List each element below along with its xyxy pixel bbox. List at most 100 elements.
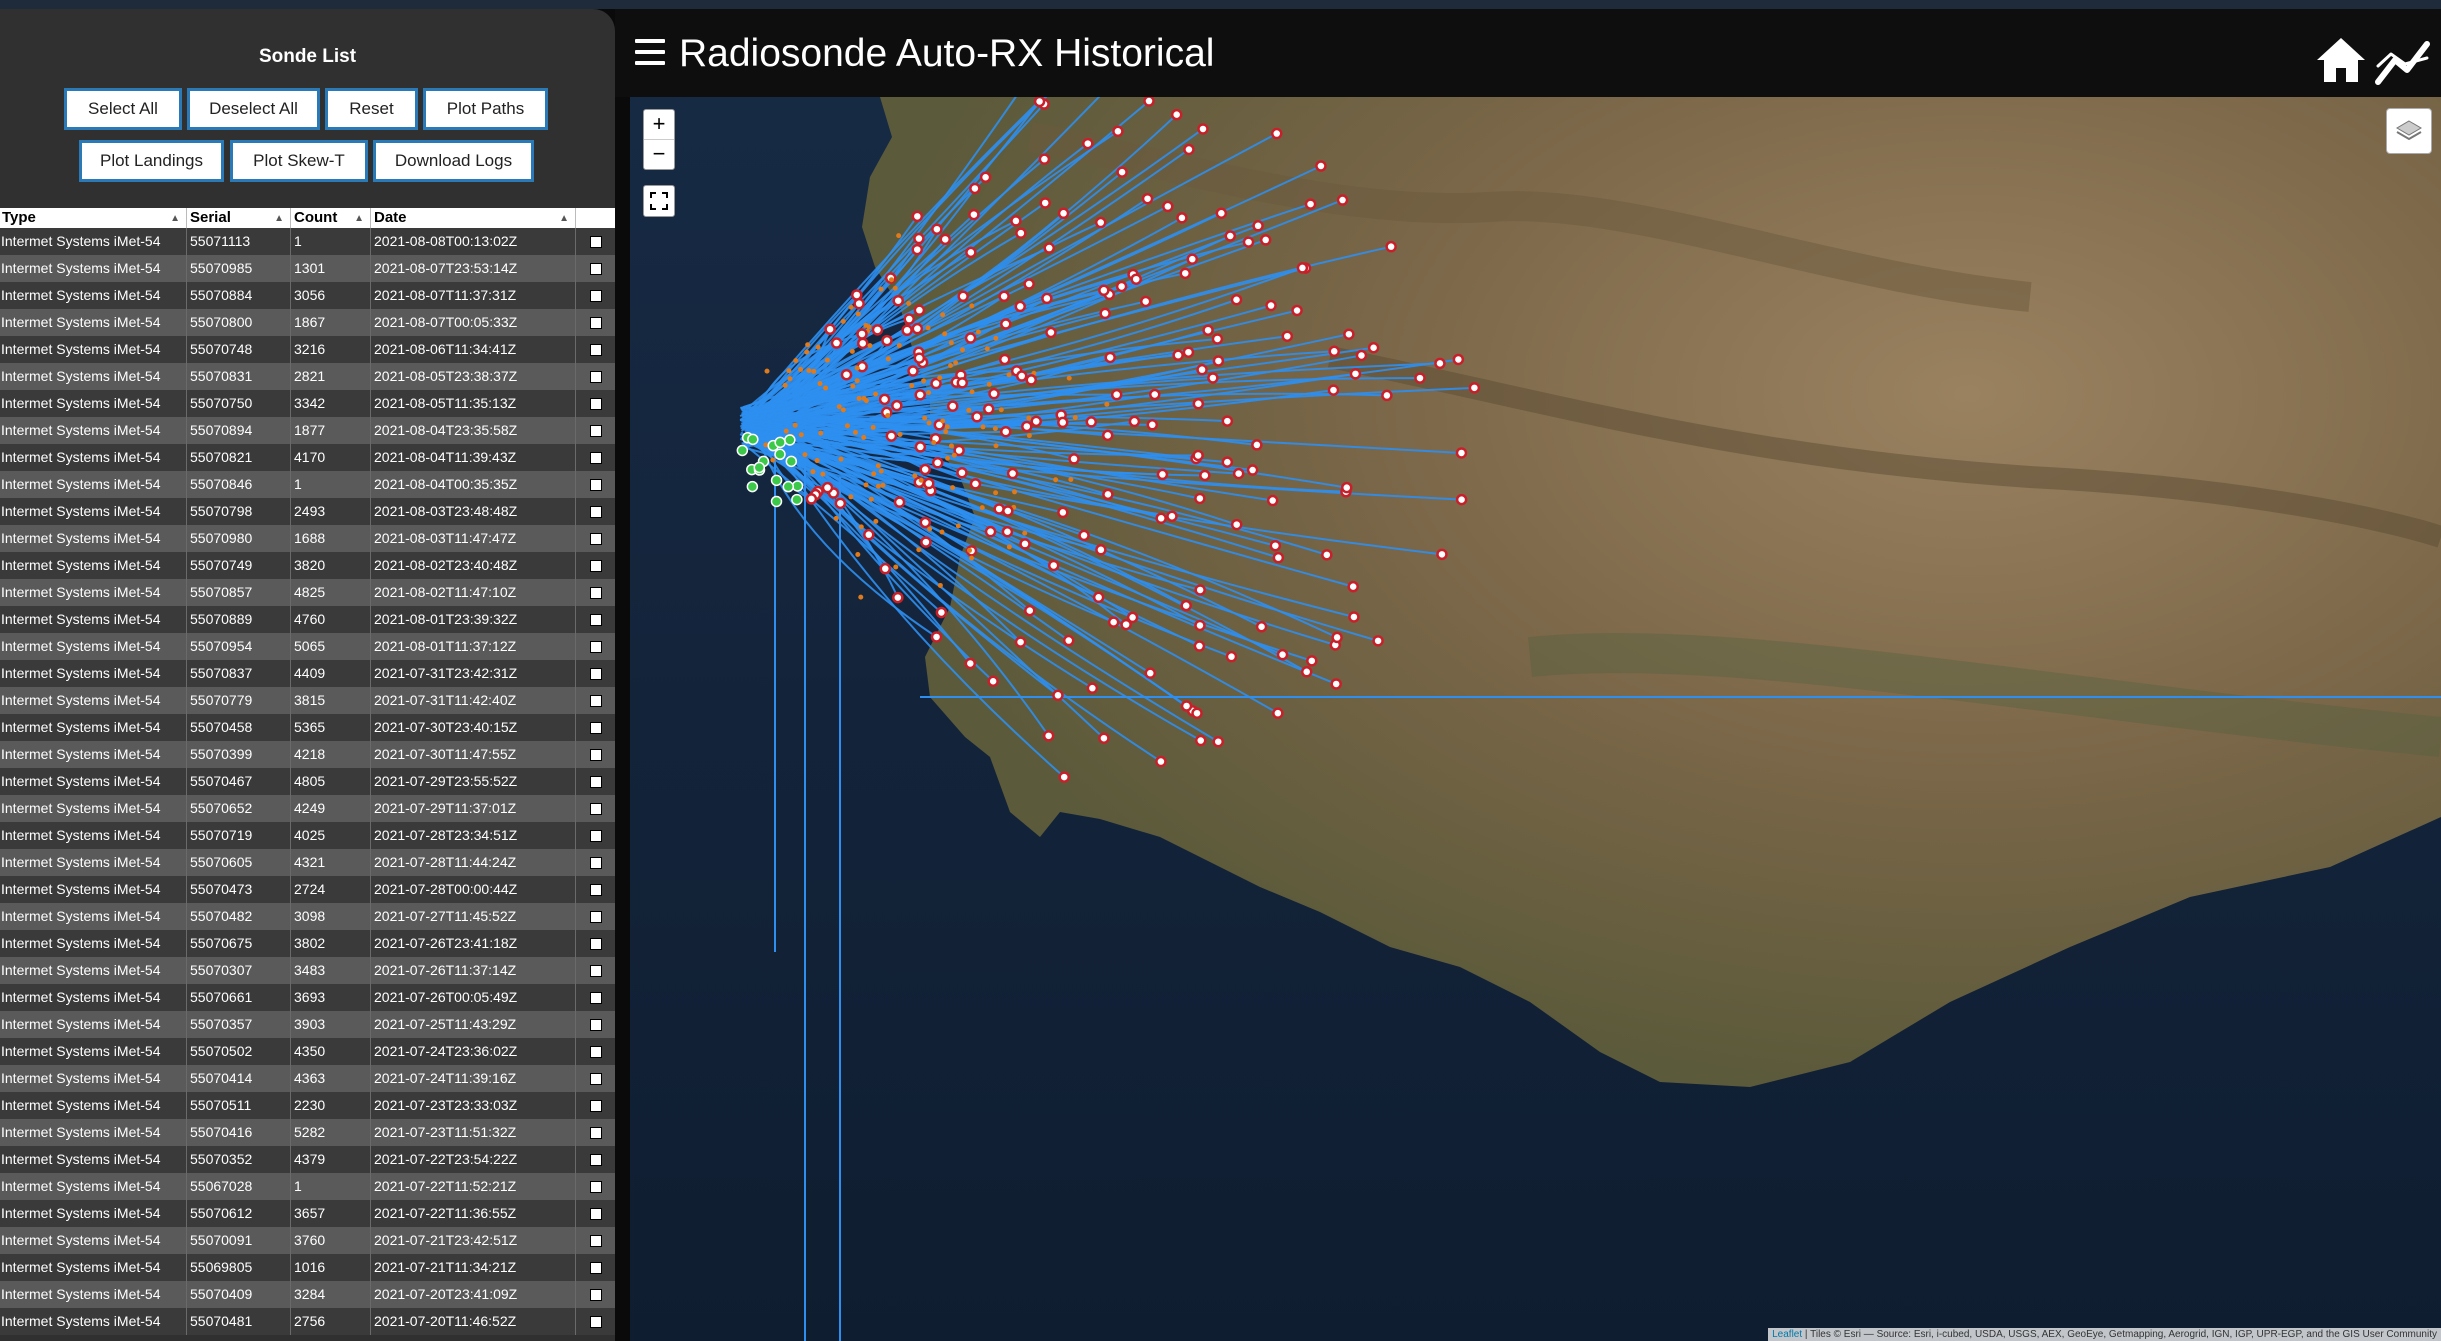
table-row[interactable]: Intermet Systems iMet-54 55070481 2756 2021… [0,1308,615,1335]
leaflet-link[interactable]: Leaflet [1772,1329,1802,1340]
row-checkbox[interactable] [590,1261,602,1274]
select-all-button[interactable]: Select All [64,88,182,130]
table-row[interactable]: Intermet Systems iMet-54 55070652 4249 2021… [0,795,615,822]
row-checkbox[interactable] [590,802,602,815]
table-row[interactable]: Intermet Systems iMet-54 55070473 2724 2021… [0,876,615,903]
column-header-type[interactable]: Type ▲ [0,208,187,228]
table-row[interactable]: Intermet Systems iMet-54 55070884 3056 2021… [0,282,615,309]
row-checkbox[interactable] [590,1018,602,1031]
deselect-all-button[interactable]: Deselect All [187,88,320,130]
table-row[interactable]: Intermet Systems iMet-54 55070954 5065 2021… [0,633,615,660]
row-checkbox[interactable] [590,910,602,923]
row-checkbox[interactable] [590,1126,602,1139]
row-checkbox[interactable] [590,883,602,896]
row-checkbox[interactable] [590,262,602,275]
row-checkbox[interactable] [590,937,602,950]
table-row[interactable]: Intermet Systems iMet-54 55070846 1 2021-08… [0,471,615,498]
row-checkbox[interactable] [590,1180,602,1193]
row-checkbox[interactable] [590,748,602,761]
row-checkbox[interactable] [590,235,602,248]
row-checkbox[interactable] [590,505,602,518]
home-icon[interactable] [2315,36,2367,84]
download-logs-button[interactable]: Download Logs [373,140,534,182]
row-checkbox[interactable] [590,586,602,599]
row-checkbox[interactable] [590,1153,602,1166]
table-row[interactable]: Intermet Systems iMet-54 55070414 4363 2021… [0,1065,615,1092]
row-checkbox[interactable] [590,829,602,842]
table-row[interactable]: Intermet Systems iMet-54 55070605 4321 2021… [0,849,615,876]
row-checkbox[interactable] [590,856,602,869]
table-row[interactable]: Intermet Systems iMet-54 55070857 4825 2021… [0,579,615,606]
row-checkbox[interactable] [590,397,602,410]
table-row[interactable]: Intermet Systems iMet-54 55070307 3483 2021… [0,957,615,984]
row-checkbox[interactable] [590,1072,602,1085]
plot-skew-t-button[interactable]: Plot Skew-T [230,140,368,182]
reset-button[interactable]: Reset [325,88,418,130]
table-row[interactable]: Intermet Systems iMet-54 55070800 1867 2021… [0,309,615,336]
table-row[interactable]: Intermet Systems iMet-54 55070980 1688 2021… [0,525,615,552]
fullscreen-button[interactable] [643,185,675,217]
table-row[interactable]: Intermet Systems iMet-54 55070612 3657 2021… [0,1200,615,1227]
row-checkbox[interactable] [590,613,602,626]
table-row[interactable]: Intermet Systems iMet-54 55070719 4025 2021… [0,822,615,849]
table-row[interactable]: Intermet Systems iMet-54 55070675 3802 2021… [0,930,615,957]
table-row[interactable]: Intermet Systems iMet-54 55070091 3760 2021… [0,1227,615,1254]
plot-paths-button[interactable]: Plot Paths [423,88,548,130]
row-checkbox[interactable] [590,451,602,464]
table-row[interactable]: Intermet Systems iMet-54 55070352 4379 2021… [0,1146,615,1173]
row-checkbox[interactable] [590,1045,602,1058]
table-row[interactable]: Intermet Systems iMet-54 55070821 4170 2021… [0,444,615,471]
table-row[interactable]: Intermet Systems iMet-54 55070985 1301 2021… [0,255,615,282]
table-row[interactable]: Intermet Systems iMet-54 55070482 3098 2021… [0,903,615,930]
row-checkbox[interactable] [590,532,602,545]
table-row[interactable]: Intermet Systems iMet-54 55070511 2230 2021… [0,1092,615,1119]
column-header-serial[interactable]: Serial ▲ [187,208,291,228]
table-row[interactable]: Intermet Systems iMet-54 55070749 3820 2021… [0,552,615,579]
row-checkbox[interactable] [590,1099,602,1112]
table-row[interactable]: Intermet Systems iMet-54 55070661 3693 2021… [0,984,615,1011]
row-checkbox[interactable] [590,964,602,977]
row-checkbox[interactable] [590,1288,602,1301]
table-row[interactable]: Intermet Systems iMet-54 55070502 4350 2021… [0,1038,615,1065]
row-checkbox[interactable] [590,721,602,734]
column-header-count[interactable]: Count ▲ [291,208,371,228]
table-row[interactable]: Intermet Systems iMet-54 55070357 3903 2021… [0,1011,615,1038]
row-checkbox[interactable] [590,424,602,437]
table-row[interactable]: Intermet Systems iMet-54 55070399 4218 2021… [0,741,615,768]
table-row[interactable]: Intermet Systems iMet-54 55070750 3342 2021… [0,390,615,417]
table-row[interactable]: Intermet Systems iMet-54 55070831 2821 2021… [0,363,615,390]
row-checkbox[interactable] [590,370,602,383]
row-checkbox[interactable] [590,559,602,572]
zoom-out-button[interactable]: − [644,140,674,169]
table-row[interactable]: Intermet Systems iMet-54 55070837 4409 2021… [0,660,615,687]
table-row[interactable]: Intermet Systems iMet-54 55070748 3216 2021… [0,336,615,363]
row-checkbox[interactable] [590,343,602,356]
table-row[interactable]: Intermet Systems iMet-54 55070416 5282 2021… [0,1119,615,1146]
row-checkbox[interactable] [590,1315,602,1328]
table-row[interactable]: Intermet Systems iMet-54 55069805 1016 2021… [0,1254,615,1281]
row-checkbox[interactable] [590,478,602,491]
row-checkbox[interactable] [590,316,602,329]
table-row[interactable]: Intermet Systems iMet-54 55070798 2493 2021… [0,498,615,525]
layers-button[interactable] [2386,108,2432,154]
zoom-in-button[interactable]: + [644,110,674,140]
table-row[interactable]: Intermet Systems iMet-54 55067028 1 2021-07… [0,1173,615,1200]
plot-landings-button[interactable]: Plot Landings [79,140,224,182]
chart-line-icon[interactable] [2375,36,2431,88]
column-header-date[interactable]: Date ▲ [371,208,576,228]
row-checkbox[interactable] [590,775,602,788]
table-row[interactable]: Intermet Systems iMet-54 55070467 4805 2021… [0,768,615,795]
table-row[interactable]: Intermet Systems iMet-54 55070409 3284 2021… [0,1281,615,1308]
row-checkbox[interactable] [590,289,602,302]
table-row[interactable]: Intermet Systems iMet-54 55070458 5365 2021… [0,714,615,741]
row-checkbox[interactable] [590,991,602,1004]
row-checkbox[interactable] [590,667,602,680]
table-row[interactable]: Intermet Systems iMet-54 55071113 1 2021-08… [0,228,615,255]
hamburger-menu-icon[interactable] [635,39,665,69]
row-checkbox[interactable] [590,640,602,653]
row-checkbox[interactable] [590,1234,602,1247]
row-checkbox[interactable] [590,1207,602,1220]
map-view[interactable]: + − Leaflet | Tiles © Esri — Source: Esr… [630,97,2441,1341]
table-row[interactable]: Intermet Systems iMet-54 55070779 3815 2021… [0,687,615,714]
row-checkbox[interactable] [590,694,602,707]
